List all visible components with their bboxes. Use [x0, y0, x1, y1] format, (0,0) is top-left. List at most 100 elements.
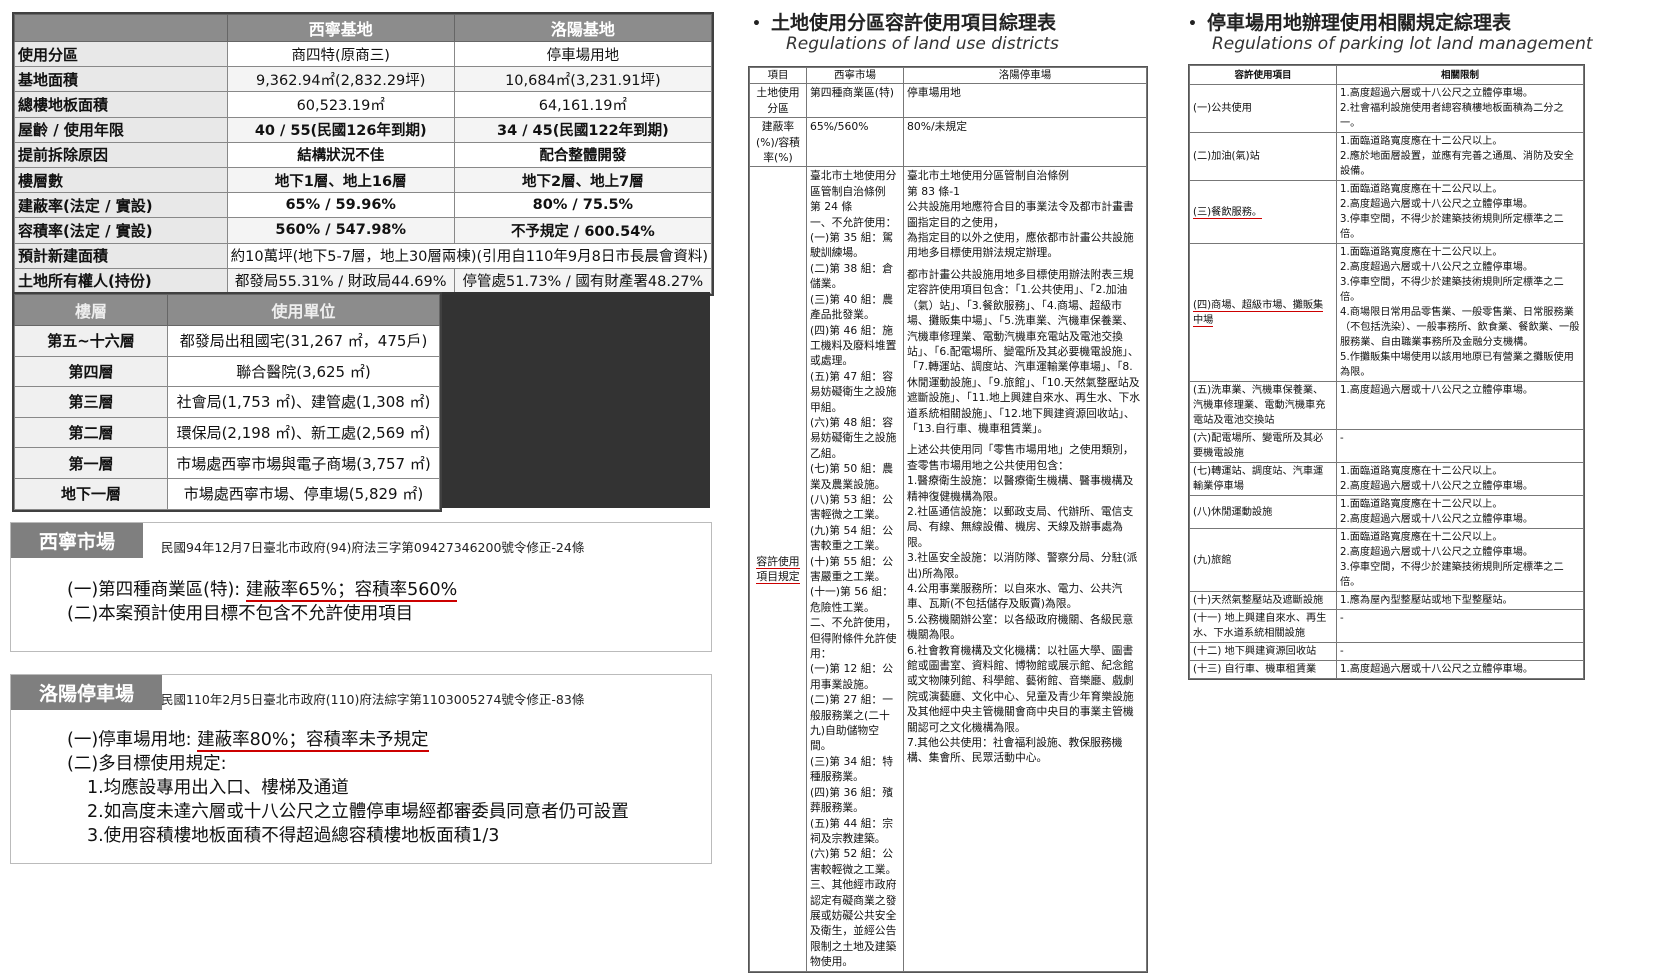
dark-filler: [440, 292, 710, 508]
parking-limit-line: 1.面臨道路寬度應在十二公尺以上。: [1340, 532, 1503, 543]
luoyang-line-2: (二)多目標使用規定:: [67, 754, 227, 774]
east-regulation-line: 為指定目的以外之使用，應依都市計畫公共設施用地多目標使用辦法規定辦理。: [907, 231, 1134, 260]
parking-item: (六)配電場所、變電所及其必要機電設施: [1189, 429, 1337, 463]
east-regulation-line: 4.公用事業服務所：以自來水、電力、公共汽車、瓦斯(不包括儲存及販賣)為限。: [907, 582, 1123, 611]
parking-limit-line: 1.面臨道路寬度應在十二公尺以上。: [1340, 499, 1503, 510]
parking-row: (一)公共使用 1.高度超過六層或十八公尺之立體停車場。 2.社會福利設施使用者總容…: [1189, 84, 1584, 133]
floor-name: 第四層: [14, 355, 168, 388]
west-regulation-line: (三)第 34 組：特種服務業。: [810, 754, 894, 784]
parking-limit-line: 2.社會福利設施使用者總容積樓地板面積為二分之一。: [1340, 103, 1564, 129]
west-regulation-line: (九)第 54 組：公害較重之工業。: [810, 523, 894, 553]
parking-limit-line: 2.高度超過六層或十八公尺之立體停車場。: [1340, 262, 1534, 273]
parking-item: (八)休閒運動設施: [1189, 495, 1337, 529]
land-use-title: • 土地使用分區容許使用項目綜理表: [752, 8, 1056, 35]
parking-limits: 1.高度超過六層或十八公尺之立體停車場。: [1336, 660, 1584, 679]
parking-row: (四)商場、超級市場、攤販集中場 1.面臨道路寬度應在十二公尺以上。 2.高度超過六…: [1189, 243, 1584, 382]
parking-limit-line: 2.高度超過六層或十八公尺之立體停車場。: [1340, 199, 1534, 210]
parking-title-text: 停車場用地辦理使用相關規定綜理表: [1206, 12, 1511, 34]
floor-row: 第一層 市場處西寧市場與電子商場(3,757 ㎡): [14, 447, 440, 479]
parking-limits: -: [1336, 609, 1584, 643]
luoyang-line-5: 3.使用容積樓地板面積不得超過總容積樓地板面積1/3: [87, 826, 500, 846]
compare-label: 屋齡 / 使用年限: [14, 116, 228, 143]
land-use-regulation-table: 項目 西寧市場 洛陽停車場 土地使用分區 第四種商業區(特) 停車場用地 建蔽率…: [748, 66, 1148, 973]
compare-label: 預計新建面積: [14, 242, 228, 269]
bullet-icon: •: [752, 15, 761, 32]
west-regulation-line: 三、其他經市政府認定有礙商業之發展或妨礙公共安全及衛生，並經公告限制之土地及建築…: [810, 878, 897, 969]
parking-limits: 1.面臨道路寬度應在十二公尺以上。 2.高度超過六層或十八公尺之立體停車場。: [1336, 462, 1584, 496]
west-regulation-line: (七)第 50 組：農業及農業設施。: [810, 462, 894, 491]
parking-row: (十三) 自行車、機車租賃業 1.高度超過六層或十八公尺之立體停車場。: [1189, 660, 1584, 679]
compare-label: 總樓地板面積: [14, 91, 228, 118]
west-regulation-line: 臺北市土地使用分區管制自治條例: [810, 169, 897, 198]
parking-limit-line: 1.面臨道路寬度應在十二公尺以上。: [1340, 184, 1503, 195]
parking-subtitle: Regulations of parking lot land manageme…: [1212, 34, 1593, 54]
west-regulation-line: (二)第 38 組：倉儲業。: [810, 261, 894, 291]
compare-row: 容積率(法定 / 實設) 560% / 547.98% 不予規定 / 600.54%: [14, 217, 713, 244]
parking-row: (九)旅館 1.面臨道路寬度應在十二公尺以上。 2.高度超過六層或十八公尺之立體停車…: [1189, 528, 1584, 592]
parking-header-limit: 相關限制: [1336, 65, 1584, 85]
parking-limits: 1.高度超過六層或十八公尺之立體停車場。 2.社會福利設施使用者總容積樓地板面積為…: [1336, 84, 1584, 133]
parking-row: (十二) 地下興建資源回收站 -: [1189, 642, 1584, 661]
parking-limit-line: 2.高度超過六層或十八公尺之立體停車場。: [1340, 547, 1534, 558]
header-luoyang: 洛陽基地: [453, 14, 713, 42]
floor-unit: 環保局(2,198 ㎡)、新工處(2,569 ㎡): [167, 416, 440, 449]
xining-reference: 民國94年12月7日臺北市政府(94)府法三字第09427346200號令修正-…: [161, 540, 585, 555]
west-regulation-line: 二、不允許使用，但得附條件允許使用：: [810, 616, 897, 661]
floor-row: 地下一層 市場處西寧市場、停車場(5,829 ㎡): [14, 477, 440, 510]
xining-line-1: (一)第四種商業區(特): 建蔽率65%；容積率560%: [67, 576, 458, 602]
luoyang-value: 停管處51.73% / 國有財產署48.27%: [453, 267, 713, 294]
west-regulation-line: (十一)第 56 組：危險性工業。: [810, 585, 894, 614]
parking-item: (四)商場、超級市場、攤販集中場: [1189, 243, 1337, 382]
parking-limit-line: 3.停車空間，不得少於建築技術規則所定標準之二倍。: [1340, 214, 1564, 240]
west-regulation-line: 第 24 條: [810, 200, 853, 214]
xining-value: 地下1層、地上16層: [226, 166, 455, 194]
luoyang-zone: (一)停車場用地:: [67, 730, 198, 750]
west-regulation-line: (二)第 27 組：一般服務業之(二十九)自助儲物空間。: [810, 693, 894, 753]
compare-label: 使用分區: [14, 40, 228, 68]
parking-limit-line: -: [1340, 646, 1344, 657]
reg-header-west: 西寧市場: [806, 66, 904, 85]
parking-row: (五)洗車業、汽機車保養業、汽機車修理業、電動汽機車充電站及電池交換站 1.高度超…: [1189, 381, 1584, 430]
luoyang-value: 停車場用地: [453, 40, 713, 68]
parking-item-highlight: (四)商場、超級市場、攤販集中場: [1193, 299, 1324, 327]
land-use-subtitle: Regulations of land use districts: [786, 34, 1059, 54]
xining-zone: (一)第四種商業區(特):: [67, 580, 246, 600]
compare-row: 土地所有權人(持份) 都發局55.31% / 財政局44.69% 停管處51.73%…: [14, 267, 713, 294]
reg-allowed-label: 容許使用項目規定: [749, 166, 807, 972]
compare-row: 樓層數 地下1層、地上16層 地下2層、地上7層: [14, 166, 713, 194]
floor-row: 第三層 社會局(1,753 ㎡)、建管處(1,308 ㎡): [14, 386, 440, 418]
compare-row: 屋齡 / 使用年限 40 / 55(民國126年到期) 34 / 45(民國122年…: [14, 116, 713, 143]
parking-row: (二)加油(氣)站 1.面臨道路寬度應在十二公尺以上。 2.應於地面層設置，並應有完…: [1189, 132, 1584, 181]
luoyang-value: 配合整體開發: [453, 141, 713, 168]
floor-unit: 聯合醫院(3,625 ㎡): [167, 355, 440, 388]
luoyang-line-4: 2.如高度未達六層或十八公尺之立體停車場經都審委員同意者仍可設置: [87, 802, 629, 822]
floor-name: 第三層: [14, 386, 168, 418]
xining-value: 商四特(原商三): [226, 40, 455, 68]
parking-row: (六)配電場所、變電所及其必要機電設施 -: [1189, 429, 1584, 463]
xining-ratio: 建蔽率65%；容積率560%: [245, 580, 458, 602]
parking-item: (十二) 地下興建資源回收站: [1189, 642, 1337, 661]
reg-zone-west: 第四種商業區(特): [806, 83, 904, 119]
reg-allowed-east: 臺北市土地使用分區管制自治條例第 83 條-1 公共設施用地應符合目的事業法令及都…: [903, 166, 1147, 972]
floor-name: 第二層: [14, 416, 168, 449]
parking-limits: 1.面臨道路寬度應在十二公尺以上。 2.高度超過六層或十八公尺之立體停車場。 3.停…: [1336, 180, 1584, 244]
parking-limit-line: 2.高度超過六層或十八公尺之立體停車場。: [1340, 481, 1534, 492]
floor-unit: 市場處西寧市場、停車場(5,829 ㎡): [167, 477, 440, 510]
luoyang-tag: 洛陽停車場: [11, 675, 163, 710]
floor-unit: 都發局出租國宅(31,267 ㎡，475戶): [167, 325, 440, 357]
luoyang-value: 10,684㎡(3,231.91坪): [453, 66, 713, 93]
compare-row: 基地面積 9,362.94㎡(2,832.29坪) 10,684㎡(3,231.91…: [14, 66, 713, 93]
parking-limit-line: 1.高度超過六層或十八公尺之立體停車場。: [1340, 88, 1534, 99]
west-regulation-line: (三)第 40 組：農產品批發業。: [810, 292, 894, 322]
parking-item-highlight: (三)餐飲服務。: [1193, 206, 1263, 219]
parking-row: (七)轉運站、調度站、汽車運輸業停車場 1.面臨道路寬度應在十二公尺以上。 2.高度…: [1189, 462, 1584, 496]
floor-row: 第五~十六層 都發局出租國宅(31,267 ㎡，475戶): [14, 325, 440, 357]
parking-title: • 停車場用地辦理使用相關規定綜理表: [1188, 8, 1511, 35]
compare-label: 容積率(法定 / 實設): [14, 217, 228, 244]
parking-limit-line: 2.應於地面層設置，並應有完善之通風、消防及安全設備。: [1340, 151, 1574, 177]
luoyang-line-1: (一)停車場用地: 建蔽率80%；容積率未予規定: [67, 726, 429, 752]
compare-row: 預計新建面積 約10萬坪(地下5-7層，地上30層兩棟)(引用自110年9月8日市…: [14, 242, 713, 269]
bullet-icon: •: [1188, 15, 1197, 32]
compare-label: 提前拆除原因: [14, 141, 228, 168]
east-regulation-line: 7.其他公共使用：社會福利設施、教保服務機構、集會所、民眾活動中心。: [907, 736, 1123, 765]
